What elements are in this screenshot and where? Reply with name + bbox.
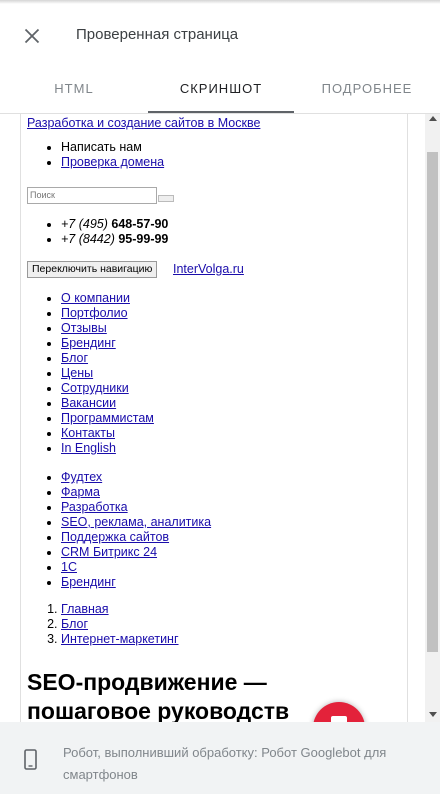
main-menu-item: О компании xyxy=(61,291,154,306)
main-menu-item: Вакансии xyxy=(61,396,154,411)
main-menu-item: Цены xyxy=(61,366,154,381)
menu-link-english[interactable]: In English xyxy=(61,441,116,455)
main-menu-item: Сотрудники xyxy=(61,381,154,396)
breadcrumb-link-marketing[interactable]: Интернет-маркетинг xyxy=(61,632,179,646)
menu-link-portfolio[interactable]: Портфолио xyxy=(61,306,128,320)
service-link-foodtech[interactable]: Фудтех xyxy=(61,470,102,484)
services-menu: Фудтех Фарма Разработка SEO, реклама, ан… xyxy=(61,470,211,590)
screenshot-page: Разработка и создание сайтов в Москве На… xyxy=(20,114,408,722)
phone-item: +7 (8442) 95-99-99 xyxy=(61,232,168,247)
services-menu-item: 1С xyxy=(61,560,211,575)
crawler-info-footer: Робот, выполнивший обработку: Робот Goog… xyxy=(0,722,440,794)
scroll-down-arrow-icon[interactable] xyxy=(429,712,437,717)
close-button[interactable] xyxy=(20,24,44,48)
service-link-crm[interactable]: CRM Битрикс 24 xyxy=(61,545,157,559)
tab-bar: HTML СКРИНШОТ ПОДРОБНЕЕ xyxy=(0,72,440,114)
dialog-header: Проверенная страница xyxy=(0,0,440,72)
dialog-title: Проверенная страница xyxy=(76,26,239,43)
service-link-support[interactable]: Поддержка сайтов xyxy=(61,530,169,544)
menu-link-blog[interactable]: Блог xyxy=(61,351,88,365)
top-menu: Написать нам Проверка домена xyxy=(61,140,164,170)
main-menu: О компании Портфолио Отзывы Брендинг Бло… xyxy=(61,291,154,456)
chat-widget-button[interactable] xyxy=(313,702,365,722)
service-link-pharma[interactable]: Фарма xyxy=(61,485,100,499)
main-menu-item: In English xyxy=(61,441,154,456)
breadcrumb-item: Главная xyxy=(61,602,179,617)
main-menu-item: Портфолио xyxy=(61,306,154,321)
breadcrumb-link-blog[interactable]: Блог xyxy=(61,617,88,631)
services-menu-item: Поддержка сайтов xyxy=(61,530,211,545)
main-menu-item: Брендинг xyxy=(61,336,154,351)
breadcrumb-link-home[interactable]: Главная xyxy=(61,602,109,616)
tab-html[interactable]: HTML xyxy=(8,72,140,112)
services-menu-item: Фарма xyxy=(61,485,211,500)
main-menu-item: Программистам xyxy=(61,411,154,426)
search-input[interactable]: Поиск xyxy=(27,187,157,204)
main-menu-item: Отзывы xyxy=(61,321,154,336)
services-menu-item: SEO, реклама, аналитика xyxy=(61,515,211,530)
services-menu-item: Брендинг xyxy=(61,575,211,590)
tab-screenshot[interactable]: СКРИНШОТ xyxy=(148,72,294,112)
scroll-up-arrow-icon[interactable] xyxy=(429,116,437,121)
top-menu-item-write: Написать нам xyxy=(61,140,164,155)
services-menu-item: Фудтех xyxy=(61,470,211,485)
phone-item: +7 (495) 648-57-90 xyxy=(61,217,168,232)
vertical-scrollbar[interactable] xyxy=(425,114,440,722)
search-button[interactable] xyxy=(158,195,174,202)
menu-link-programmers[interactable]: Программистам xyxy=(61,411,154,425)
domain-check-link[interactable]: Проверка домена xyxy=(61,155,164,169)
close-icon xyxy=(24,28,40,44)
main-menu-item: Блог xyxy=(61,351,154,366)
menu-link-prices[interactable]: Цены xyxy=(61,366,93,380)
breadcrumb-item: Блог xyxy=(61,617,179,632)
service-link-branding[interactable]: Брендинг xyxy=(61,575,116,589)
menu-link-contacts[interactable]: Контакты xyxy=(61,426,115,440)
menu-link-vacancies[interactable]: Вакансии xyxy=(61,396,116,410)
nav-toggle-button[interactable]: Переключить навигацию xyxy=(27,261,158,278)
services-menu-item: Разработка xyxy=(61,500,211,515)
menu-link-reviews[interactable]: Отзывы xyxy=(61,321,107,335)
crawler-info-text: Робот, выполнивший обработку: Робот Goog… xyxy=(63,745,387,782)
smartphone-icon xyxy=(24,749,37,770)
service-link-1c[interactable]: 1С xyxy=(61,560,77,574)
site-title-link[interactable]: Разработка и создание сайтов в Москве xyxy=(27,116,260,130)
brand-link[interactable]: InterVolga.ru xyxy=(173,262,244,276)
phone-list: +7 (495) 648-57-90 +7 (8442) 95-99-99 xyxy=(61,217,168,247)
breadcrumb-item: Интернет-маркетинг xyxy=(61,632,179,647)
tab-details[interactable]: ПОДРОБНЕЕ xyxy=(304,72,430,112)
screenshot-viewport[interactable]: Разработка и создание сайтов в Москве На… xyxy=(20,114,440,722)
article-headline: SEO-продвижение — пошаговое руководств xyxy=(27,669,290,722)
menu-link-about[interactable]: О компании xyxy=(61,291,130,305)
top-menu-item-domain-check: Проверка домена xyxy=(61,155,164,170)
menu-link-staff[interactable]: Сотрудники xyxy=(61,381,129,395)
menu-link-branding[interactable]: Брендинг xyxy=(61,336,116,350)
service-link-seo[interactable]: SEO, реклама, аналитика xyxy=(61,515,211,529)
main-menu-item: Контакты xyxy=(61,426,154,441)
scrollbar-thumb[interactable] xyxy=(427,152,438,652)
services-menu-item: CRM Битрикс 24 xyxy=(61,545,211,560)
breadcrumb: Главная Блог Интернет-маркетинг xyxy=(61,602,179,647)
service-link-development[interactable]: Разработка xyxy=(61,500,128,514)
